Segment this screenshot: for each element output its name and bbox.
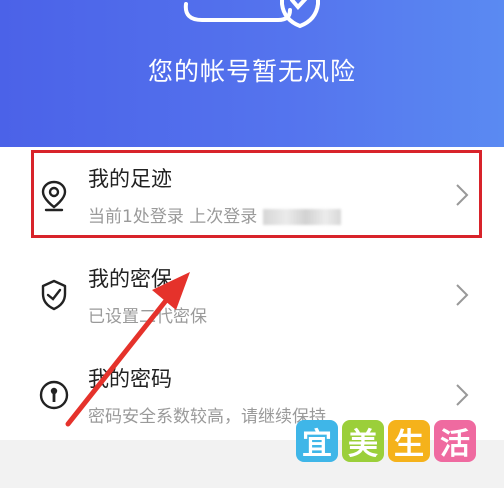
watermark-char: 生	[388, 420, 430, 462]
annotation-arrow-icon	[65, 272, 190, 427]
site-watermark: 宜 美 生 活	[296, 420, 476, 462]
watermark-char: 宜	[296, 420, 338, 462]
watermark-char: 活	[434, 420, 476, 462]
watermark-char: 美	[342, 420, 384, 462]
